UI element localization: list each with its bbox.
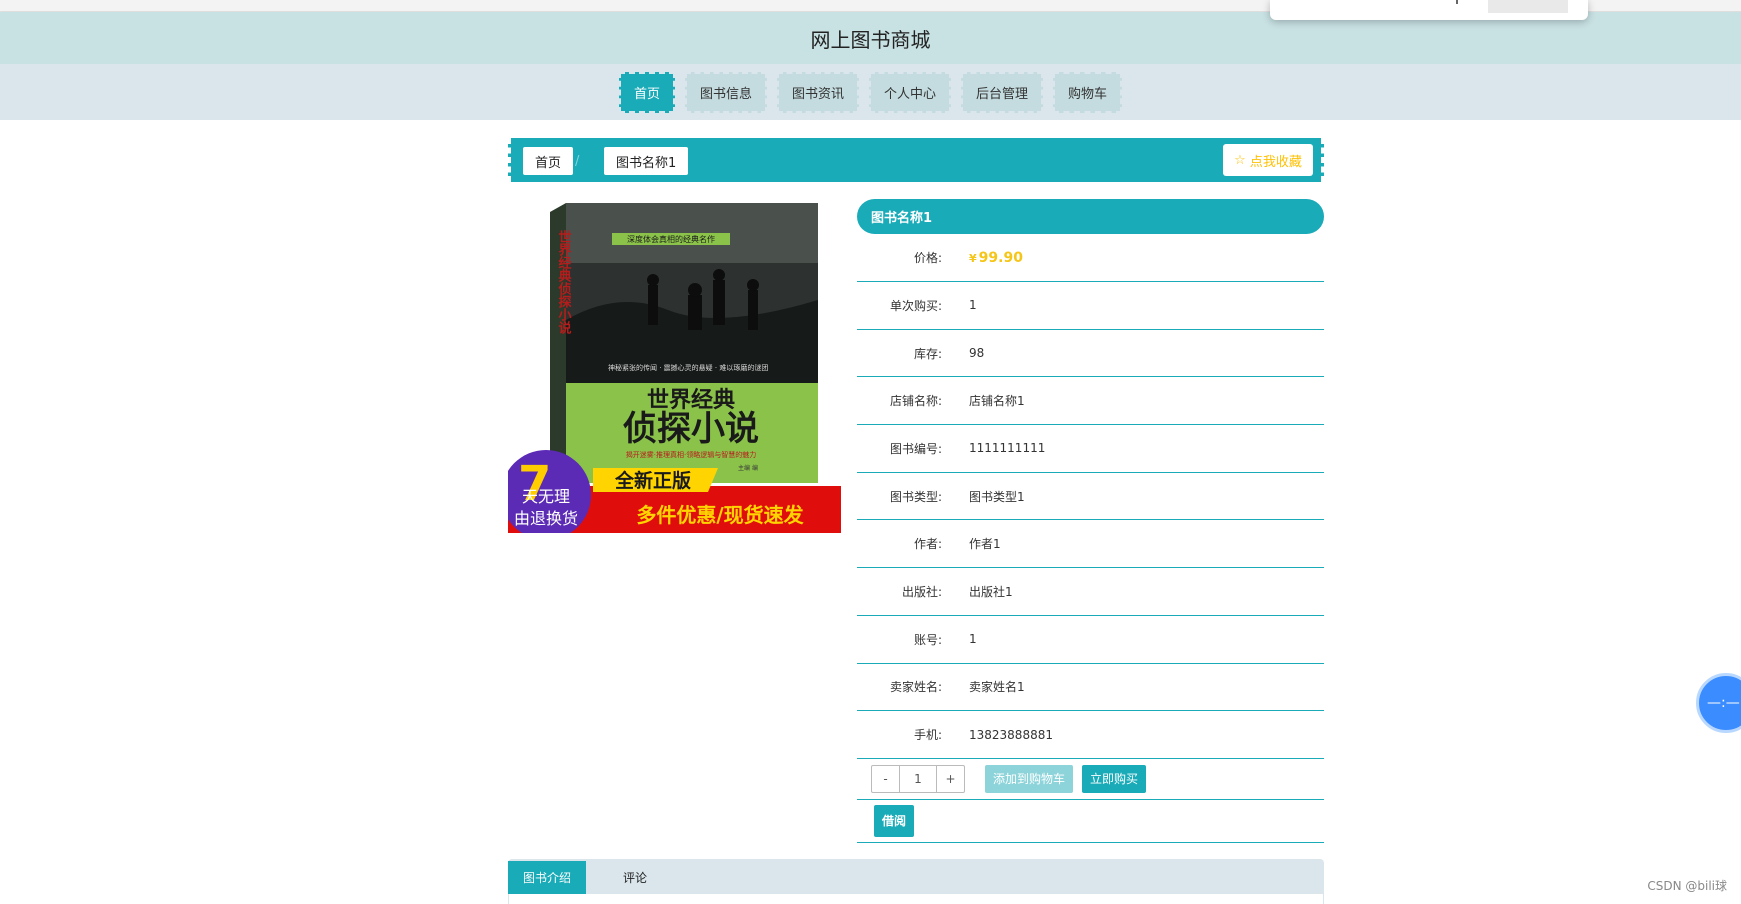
quantity-stepper: - 1 + (871, 764, 965, 793)
site-title: 网上图书商城 (810, 27, 931, 52)
cover-main-title-2: 侦探小说 (623, 409, 759, 449)
info-label: 作者: (913, 537, 942, 552)
popup-mark (1456, 0, 1458, 4)
main-nav: 首页 图书信息 图书资讯 个人中心 后台管理 购物车 (0, 64, 1741, 120)
book-info-panel: 图书名称1 价格: ¥99.90 单次购买: 1 库存: 98 店铺名称: 店铺… (857, 199, 1324, 843)
cover-promo-1: 全新正版 (614, 469, 691, 492)
info-row-price: 价格: ¥99.90 (857, 234, 1324, 282)
price-value: ¥99.90 (969, 250, 1023, 266)
nav-item-home[interactable]: 首页 (618, 71, 675, 113)
collect-button[interactable]: ☆ 点我收藏 (1223, 144, 1313, 176)
nav-item-book-info[interactable]: 图书信息 (684, 71, 767, 113)
breadcrumb-bar: 首页 / 图书名称1 ☆ 点我收藏 (508, 138, 1324, 182)
info-row: 出版社: 出版社1 (857, 568, 1324, 616)
cover-badge-1: 天无理 (522, 487, 570, 506)
popup-button[interactable] (1488, 0, 1568, 13)
tab-comments[interactable]: 评论 (608, 861, 662, 894)
book-cover-image: 深度体会真相的经典名作 神秘紧张的传闻 · 震撼心灵的悬疑 · 难以琢磨的谜团 … (508, 200, 841, 533)
info-value: 1 (969, 298, 977, 313)
info-row: 手机: 13823888881 (857, 711, 1324, 759)
info-value: 卖家姓名1 (969, 680, 1025, 695)
info-value: 98 (969, 346, 985, 361)
quantity-input[interactable]: 1 (899, 765, 937, 792)
price-amount: 99.90 (978, 249, 1023, 266)
info-value: 图书类型1 (969, 489, 1025, 504)
info-value: 作者1 (969, 537, 1001, 552)
info-label: 卖家姓名: (889, 680, 942, 695)
nav-item-user-center[interactable]: 个人中心 (869, 71, 952, 113)
info-value: 13823888881 (969, 727, 1053, 742)
cover-badge-2: 由退换货 (514, 509, 578, 528)
info-value: 1 (969, 632, 977, 647)
watermark: CSDN @bili球 (1647, 879, 1727, 893)
info-row: 图书编号: 1111111111 (857, 425, 1324, 473)
tab-content-area (508, 894, 1324, 904)
info-row: 图书类型: 图书类型1 (857, 473, 1324, 521)
cover-tagline: 神秘紧张的传闻 · 震撼心灵的悬疑 · 难以琢磨的谜团 (608, 363, 768, 372)
info-row: 账号: 1 (857, 616, 1324, 664)
increment-button[interactable]: + (937, 766, 964, 792)
purchase-row: - 1 + 添加到购物车 立即购买 (857, 759, 1324, 800)
breadcrumb-home[interactable]: 首页 (523, 147, 574, 175)
currency-symbol: ¥ (969, 251, 977, 265)
detail-tabs: 图书介绍 评论 (508, 859, 1324, 904)
info-label: 出版社: (901, 584, 942, 599)
star-outline-icon: ☆ (1234, 152, 1246, 168)
cover-promo-2: 多件优惠/现货速发 (636, 503, 804, 527)
info-label: 库存: (913, 346, 942, 361)
info-value: 1111111111 (969, 441, 1046, 456)
info-label: 图书类型: (889, 489, 942, 504)
cover-top-banner: 深度体会真相的经典名作 (627, 234, 715, 244)
info-label: 手机: (913, 728, 942, 743)
collect-label: 点我收藏 (1249, 154, 1302, 170)
floating-assistant-button[interactable]: —:— (1696, 673, 1741, 733)
info-value: 出版社1 (969, 584, 1013, 599)
info-row: 卖家姓名: 卖家姓名1 (857, 664, 1324, 712)
nav-item-book-news[interactable]: 图书资讯 (776, 71, 859, 113)
buy-now-button[interactable]: 立即购买 (1082, 764, 1147, 793)
info-row: 单次购买: 1 (857, 282, 1324, 330)
info-row: 作者: 作者1 (857, 520, 1324, 569)
borrow-row: 借阅 (857, 800, 1324, 843)
info-label: 店铺名称: (889, 394, 942, 409)
book-cover-art: 深度体会真相的经典名作 神秘紧张的传闻 · 震撼心灵的悬疑 · 难以琢磨的谜团 … (508, 200, 841, 533)
decrement-button[interactable]: - (872, 766, 899, 792)
nav-item-cart[interactable]: 购物车 (1053, 71, 1123, 113)
info-label: 账号: (913, 632, 942, 647)
borrow-button[interactable]: 借阅 (874, 804, 914, 837)
cover-editor: 主编 编 (738, 464, 758, 472)
cover-subline: 揭开迷雾·推理真相·领略逻辑与智慧的魅力 (626, 450, 756, 459)
info-label: 图书编号: (889, 441, 942, 456)
notification-popup (1270, 0, 1588, 20)
info-value: 店铺名称1 (969, 394, 1025, 409)
price-label: 价格: (913, 251, 942, 265)
info-row: 店铺名称: 店铺名称1 (857, 377, 1324, 426)
breadcrumb-current[interactable]: 图书名称1 (604, 147, 689, 175)
cover-spine-title: 世界经典侦探小说 (556, 229, 573, 335)
nav-item-admin[interactable]: 后台管理 (961, 71, 1044, 113)
info-row: 库存: 98 (857, 330, 1324, 378)
breadcrumb-separator: / (575, 153, 580, 169)
tab-book-intro[interactable]: 图书介绍 (508, 861, 587, 894)
info-label: 单次购买: (889, 298, 942, 313)
add-to-cart-button[interactable]: 添加到购物车 (985, 764, 1074, 793)
book-name-header: 图书名称1 (857, 199, 1324, 234)
